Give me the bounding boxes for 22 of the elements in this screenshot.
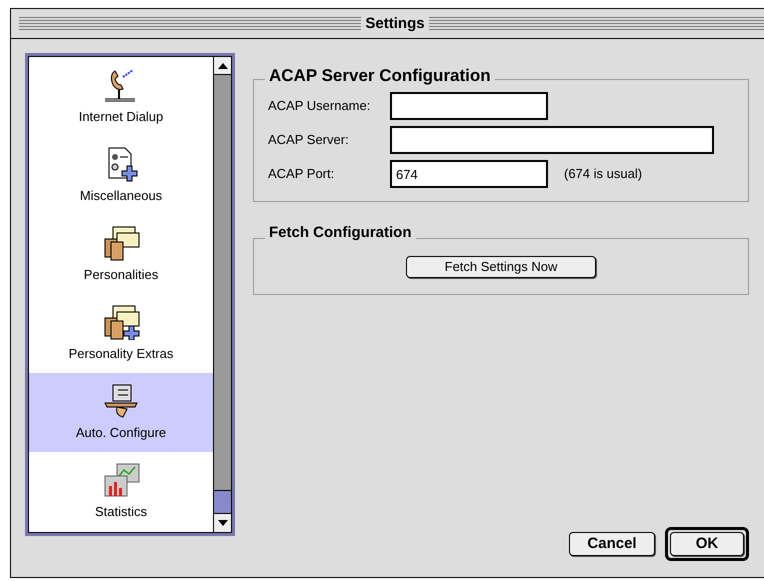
text-field[interactable] — [390, 126, 714, 154]
category-label: Personalities — [84, 266, 158, 284]
category-label: Statistics — [94, 502, 147, 521]
scroll-bar[interactable] — [214, 56, 232, 533]
window-title: Settings — [361, 16, 429, 32]
hint-text: (674 is usual) — [564, 165, 642, 184]
scroll-up-icon[interactable] — [214, 57, 231, 75]
category-label: Miscellaneous — [80, 186, 162, 205]
dialog-button[interactable]: Cancel — [569, 532, 655, 556]
scroll-down-icon[interactable] — [214, 514, 231, 532]
field-label: ACAP Server: — [268, 131, 350, 150]
category-label: Auto. Configure — [76, 424, 166, 442]
text-field[interactable] — [390, 92, 548, 120]
field-label: ACAP Username: — [268, 97, 372, 116]
scroll-thumb[interactable] — [214, 490, 231, 514]
field-label: ACAP Port: — [268, 165, 336, 184]
fetch-settings-button[interactable]: Fetch Settings Now — [406, 256, 596, 278]
category-label: Internet Dialup — [78, 108, 164, 126]
text-field[interactable]: 674 — [390, 160, 548, 188]
dialog-button[interactable]: OK — [670, 532, 744, 556]
category-item[interactable]: Auto. Configure — [29, 373, 213, 452]
category-label: Personality Extras — [68, 344, 174, 363]
